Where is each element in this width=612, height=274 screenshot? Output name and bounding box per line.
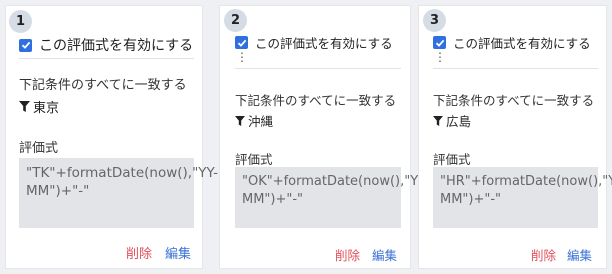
vertical-dots-icon[interactable]: ⋮ <box>434 51 446 63</box>
enable-label: この評価式を有効にする <box>453 36 591 51</box>
separator <box>235 68 401 69</box>
card-number-badge: 1 <box>9 10 32 33</box>
condition-heading: 下記条件のすべてに一致する <box>433 93 595 108</box>
funnel-icon <box>433 115 443 126</box>
condition-heading: 下記条件のすべてに一致する <box>19 78 187 93</box>
check-icon <box>235 36 248 49</box>
filter-condition: 東京 <box>19 97 59 116</box>
delete-button[interactable]: 削除 <box>531 245 556 264</box>
filter-condition: 沖縄 <box>235 111 273 130</box>
enable-checkbox[interactable]: この評価式を有効にする <box>235 33 393 52</box>
edit-button[interactable]: 編集 <box>165 243 191 262</box>
card-number-badge: 2 <box>224 9 247 32</box>
enable-checkbox[interactable]: この評価式を有効にする <box>433 33 591 52</box>
expression-label: 評価式 <box>19 141 59 156</box>
check-icon <box>433 36 446 49</box>
separator <box>433 68 598 69</box>
filter-value: 広島 <box>446 114 472 129</box>
edit-button[interactable]: 編集 <box>567 245 592 264</box>
enable-label: この評価式を有効にする <box>255 36 393 51</box>
rule-card-2: 2 この評価式を有効にする ⋮ 下記条件のすべてに一致する 沖縄 評価式 "OK… <box>219 5 429 269</box>
condition-heading: 下記条件のすべてに一致する <box>235 93 397 108</box>
rule-card-3: 3 この評価式を有効にする ⋮ 下記条件のすべてに一致する 広島 評価式 "HR… <box>418 5 612 269</box>
rule-card-1: 1 この評価式を有効にする 下記条件のすべてに一致する 東京 評価式 "TK"+… <box>5 5 218 269</box>
expression-label: 評価式 <box>433 152 471 167</box>
enable-checkbox[interactable]: この評価式を有効にする <box>19 35 193 55</box>
card-number-badge: 3 <box>423 9 446 32</box>
enable-label: この評価式を有効にする <box>39 38 194 54</box>
funnel-icon <box>19 101 30 112</box>
separator <box>19 58 194 59</box>
delete-button[interactable]: 削除 <box>335 245 360 264</box>
vertical-dots-icon[interactable]: ⋮ <box>236 51 248 63</box>
funnel-icon <box>235 115 245 126</box>
delete-button[interactable]: 削除 <box>126 243 152 262</box>
filter-value: 沖縄 <box>248 114 274 129</box>
filter-value: 東京 <box>33 101 60 116</box>
expression-box: "HR"+formatDate(now(),"YY-MM")+"-" <box>433 167 612 228</box>
expression-box: "TK"+formatDate(now(),"YY-MM")+"-" <box>19 158 218 228</box>
filter-condition: 広島 <box>433 111 471 130</box>
edit-button[interactable]: 編集 <box>372 245 397 264</box>
check-icon <box>19 38 32 52</box>
expression-box: "OK"+formatDate(now(),"YY-MM")+"-" <box>235 167 429 228</box>
expression-label: 評価式 <box>235 152 273 167</box>
